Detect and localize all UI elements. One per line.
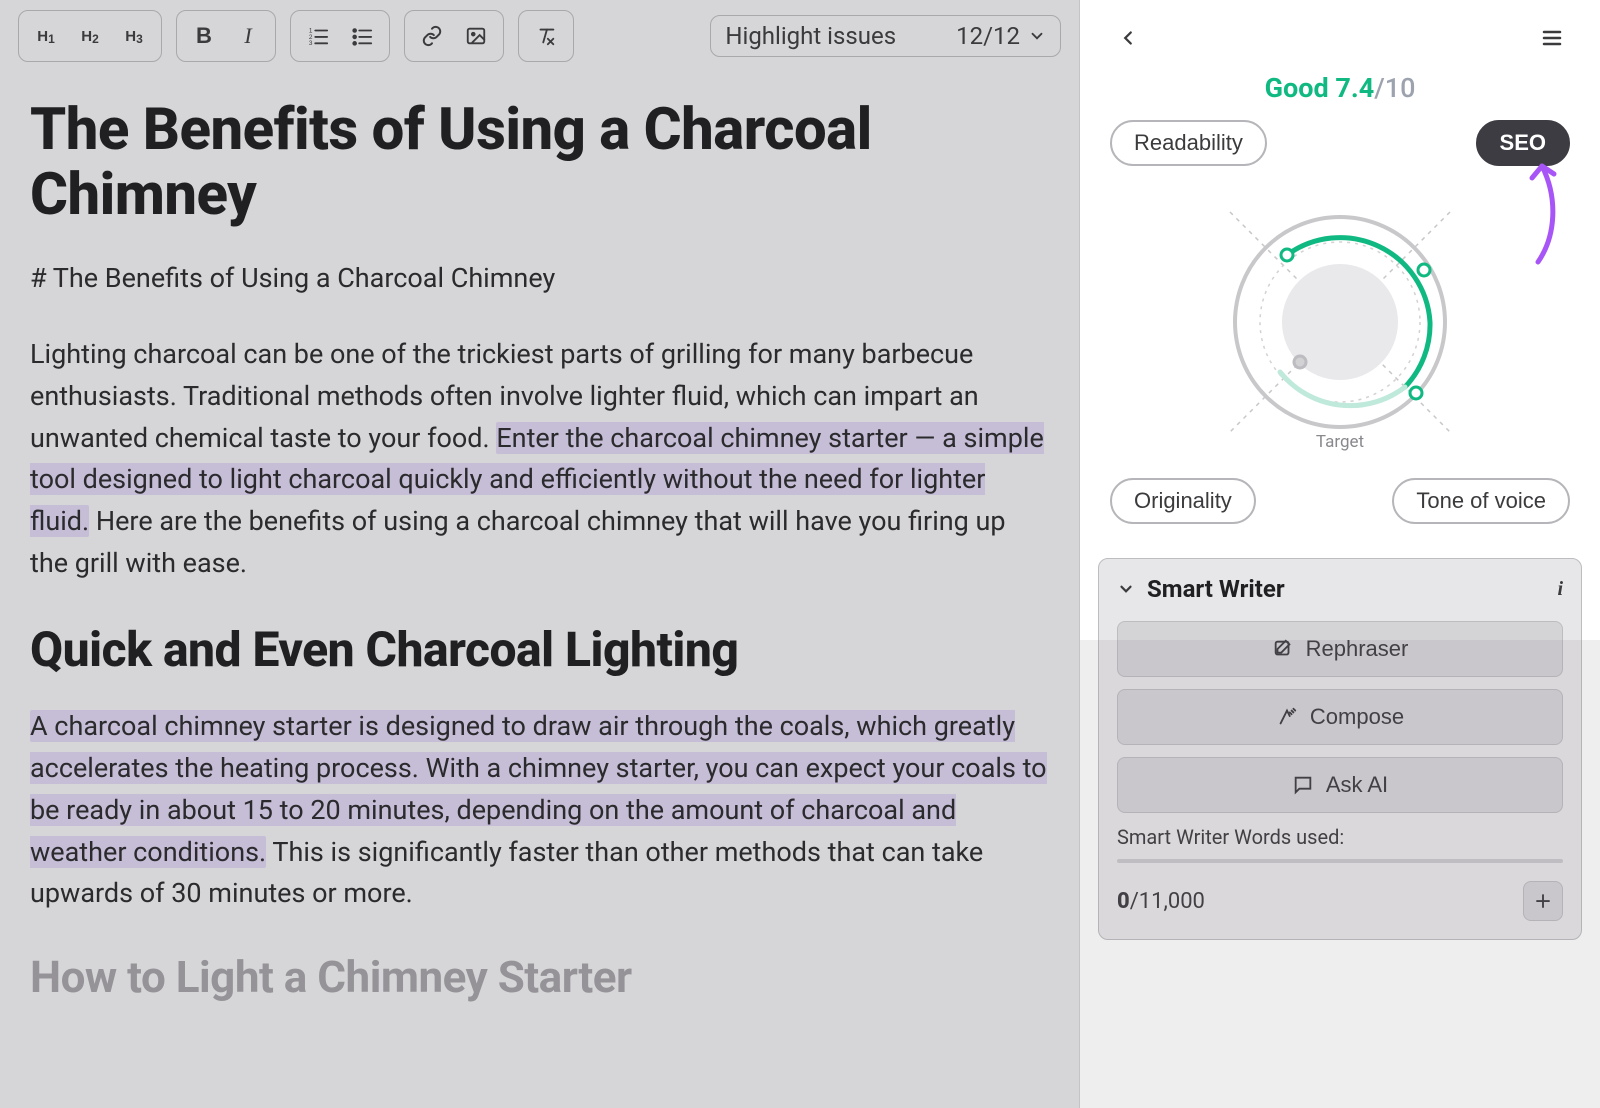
hash-heading-line: # The Benefits of Using a Charcoal Chimn… bbox=[30, 262, 1049, 294]
menu-button[interactable] bbox=[1532, 18, 1572, 58]
usage-label: Smart Writer Words used: bbox=[1117, 825, 1563, 849]
pill-row-bottom: Originality Tone of voice bbox=[1106, 472, 1574, 530]
readability-pill[interactable]: Readability bbox=[1110, 120, 1267, 166]
smart-writer-panel: Smart Writer i Rephraser Compose Ask AI … bbox=[1098, 558, 1582, 940]
h2-button[interactable]: H2 bbox=[69, 15, 111, 57]
rephraser-label: Rephraser bbox=[1306, 636, 1409, 662]
heading-2-1: Quick and Even Charcoal Lighting bbox=[30, 621, 1049, 678]
list-group: 123 bbox=[290, 10, 390, 62]
paragraph-2: A charcoal chimney starter is designed t… bbox=[30, 706, 1049, 915]
ask-ai-button[interactable]: Ask AI bbox=[1117, 757, 1563, 813]
usage-sep: / bbox=[1130, 889, 1139, 914]
usage-row: 0/11,000 bbox=[1117, 881, 1563, 921]
clear-formatting-button[interactable] bbox=[525, 15, 567, 57]
compose-label: Compose bbox=[1310, 704, 1404, 730]
usage-total: 11,000 bbox=[1139, 889, 1205, 914]
toolbar: H1 H2 H3 B I 123 bbox=[0, 0, 1079, 72]
paragraph-1: Lighting charcoal can be one of the tric… bbox=[30, 334, 1049, 585]
sidebar-pane: Good 7.4/10 Readability SEO bbox=[1080, 0, 1600, 1108]
score-label: Good bbox=[1265, 72, 1329, 104]
rephraser-icon bbox=[1272, 638, 1294, 660]
doc-title: The Benefits of Using a Charcoal Chimney bbox=[30, 98, 1049, 228]
radar-chart: Target bbox=[1190, 172, 1490, 472]
bold-button[interactable]: B bbox=[183, 15, 225, 57]
clear-formatting-icon bbox=[535, 25, 557, 47]
italic-button[interactable]: I bbox=[227, 15, 269, 57]
usage-bar bbox=[1117, 859, 1563, 863]
ordered-list-icon: 123 bbox=[307, 25, 329, 47]
compose-button[interactable]: Compose bbox=[1117, 689, 1563, 745]
score-block: Good 7.4/10 Readability SEO bbox=[1080, 68, 1600, 544]
image-icon bbox=[465, 25, 487, 47]
heading-3-1: How to Light a Chimney Starter bbox=[30, 951, 1049, 1003]
plus-icon bbox=[1534, 892, 1552, 910]
unordered-list-button[interactable] bbox=[341, 15, 383, 57]
text-style-group: B I bbox=[176, 10, 276, 62]
usage-count: 0/11,000 bbox=[1117, 889, 1205, 914]
highlight-issues-label: Highlight issues bbox=[725, 22, 896, 50]
clear-group bbox=[518, 10, 574, 62]
chat-icon bbox=[1292, 774, 1314, 796]
smart-writer-header[interactable]: Smart Writer i bbox=[1117, 575, 1563, 603]
radar-wrap: Readability SEO bbox=[1106, 114, 1574, 530]
editor-body[interactable]: The Benefits of Using a Charcoal Chimney… bbox=[0, 72, 1079, 1108]
seo-pill[interactable]: SEO bbox=[1476, 120, 1570, 166]
hamburger-icon bbox=[1540, 26, 1564, 50]
compose-icon bbox=[1276, 706, 1298, 728]
ordered-list-button[interactable]: 123 bbox=[297, 15, 339, 57]
smart-writer-title: Smart Writer bbox=[1147, 575, 1285, 603]
score-line: Good 7.4/10 bbox=[1106, 72, 1574, 104]
paragraph-1-text-b: Here are the benefits of using a charcoa… bbox=[30, 505, 1006, 579]
issue-count: 12/12 bbox=[956, 22, 1046, 50]
svg-text:3: 3 bbox=[309, 40, 313, 47]
chevron-down-icon bbox=[1028, 27, 1046, 45]
chevron-down-icon bbox=[1117, 580, 1135, 598]
unordered-list-icon bbox=[351, 25, 373, 47]
tone-pill[interactable]: Tone of voice bbox=[1392, 478, 1570, 524]
originality-pill[interactable]: Originality bbox=[1110, 478, 1256, 524]
score-outof: /10 bbox=[1374, 72, 1415, 104]
editor-pane: H1 H2 H3 B I 123 bbox=[0, 0, 1080, 1108]
image-button[interactable] bbox=[455, 15, 497, 57]
target-label: Target bbox=[1316, 432, 1364, 452]
rephraser-button[interactable]: Rephraser bbox=[1117, 621, 1563, 677]
back-button[interactable] bbox=[1108, 18, 1148, 58]
pill-row-top: Readability SEO bbox=[1106, 114, 1574, 172]
h3-button[interactable]: H3 bbox=[113, 15, 155, 57]
highlight-issues-dropdown[interactable]: Highlight issues 12/12 bbox=[710, 15, 1061, 57]
usage-used: 0 bbox=[1117, 889, 1130, 914]
issue-count-value: 12/12 bbox=[956, 22, 1020, 50]
score-value: 7.4 bbox=[1335, 72, 1374, 104]
chevron-left-icon bbox=[1117, 27, 1139, 49]
ask-ai-label: Ask AI bbox=[1326, 772, 1388, 798]
link-icon bbox=[421, 25, 443, 47]
add-words-button[interactable] bbox=[1523, 881, 1563, 921]
heading-group: H1 H2 H3 bbox=[18, 10, 162, 62]
sidebar-header bbox=[1080, 0, 1600, 68]
link-button[interactable] bbox=[411, 15, 453, 57]
h1-button[interactable]: H1 bbox=[25, 15, 67, 57]
info-icon[interactable]: i bbox=[1557, 578, 1563, 601]
insert-group bbox=[404, 10, 504, 62]
